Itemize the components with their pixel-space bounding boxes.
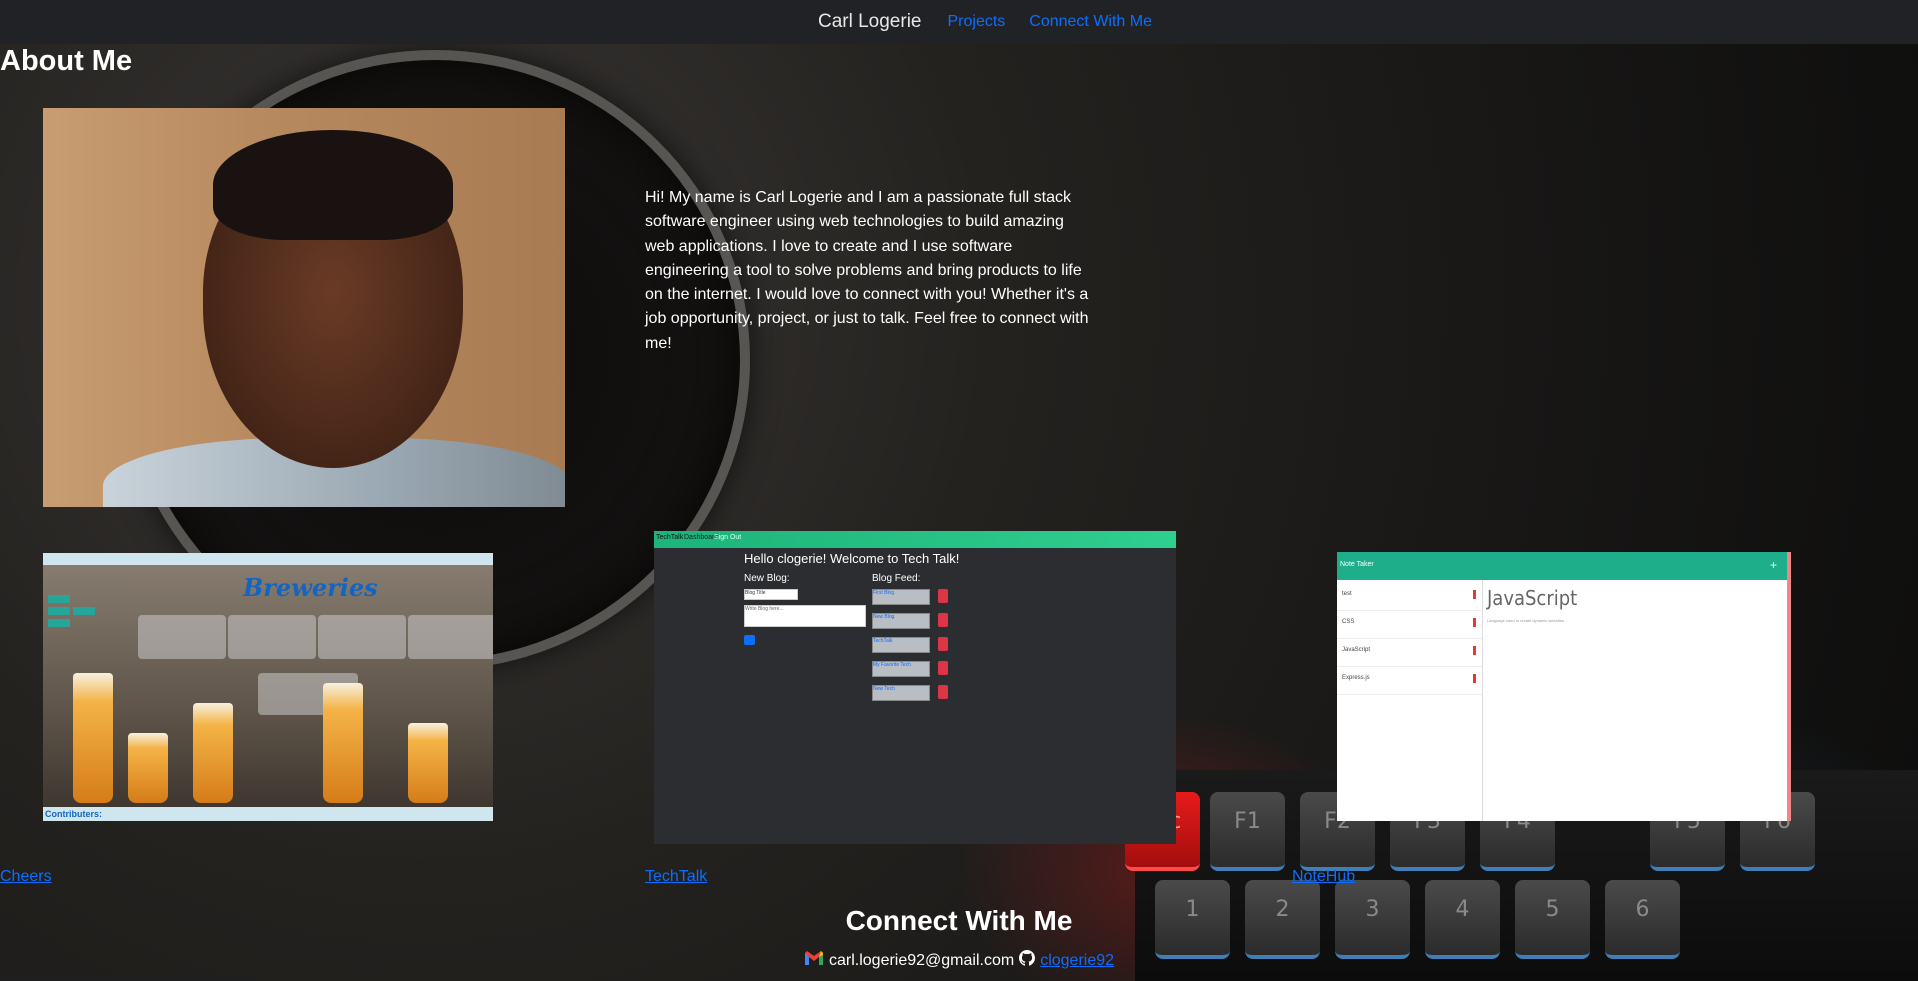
nav-link-projects[interactable]: Projects <box>947 13 1005 31</box>
screenshot-button <box>48 595 70 603</box>
screenshot-send-button <box>744 635 755 645</box>
screenshot-footer: Contributers: <box>43 807 493 821</box>
screenshot-new-blog-label: New Blog: <box>744 573 790 584</box>
brand-name[interactable]: Carl Logerie <box>818 11 922 33</box>
github-link[interactable]: clogerie92 <box>1040 952 1114 970</box>
screenshot-delete-button <box>938 637 948 651</box>
screenshot-note-title: Express.js <box>1342 675 1370 681</box>
delete-note-icon <box>1473 674 1476 683</box>
contact-row: carl.logerie92@gmail.com clogerie92 <box>0 950 1918 971</box>
screenshot-navbar <box>43 553 493 565</box>
project-screenshot-techtalk[interactable]: TechTalk Dashboard Sign Out Hello cloger… <box>654 531 1176 844</box>
gmail-icon <box>804 950 824 971</box>
screenshot-delete-button <box>938 613 948 627</box>
screenshot-beer-glass <box>408 723 448 803</box>
photo-hair <box>213 130 453 240</box>
screenshot-note-row: test <box>1337 582 1482 611</box>
screenshot-beer-glass <box>128 733 168 803</box>
profile-photo <box>43 108 565 507</box>
screenshot-beer-glass <box>193 703 233 803</box>
screenshot-feed-item: New Blog <box>872 613 930 629</box>
screenshot-feed-item: First Blog <box>872 589 930 605</box>
screenshot-blog-textarea: Write Blog here... <box>744 605 866 627</box>
delete-note-icon <box>1473 618 1476 627</box>
screenshot-card <box>408 615 493 659</box>
screenshot-button <box>48 619 70 627</box>
screenshot-card <box>228 615 316 659</box>
nav-link-connect[interactable]: Connect With Me <box>1029 13 1152 31</box>
screenshot-app-title: Note Taker <box>1340 561 1374 568</box>
screenshot-navbar: Note Taker + <box>1337 552 1787 580</box>
screenshot-beer-glass <box>323 683 363 803</box>
project-screenshot-cheers[interactable]: Breweries Contributers: <box>43 553 493 821</box>
project-link-notehub[interactable]: NoteHub <box>1292 868 1355 886</box>
top-navbar: Carl Logerie Projects Connect With Me <box>0 0 1918 44</box>
screenshot-blog-feed-label: Blog Feed: <box>872 573 921 584</box>
screenshot-title: Breweries <box>243 573 378 602</box>
connect-heading: Connect With Me <box>845 905 1073 936</box>
screenshot-nav-item: Sign Out <box>714 534 742 541</box>
screenshot-note-title: test <box>1342 591 1352 597</box>
about-heading: About Me <box>0 45 133 77</box>
screenshot-navbar: TechTalk Dashboard Sign Out <box>654 531 1176 548</box>
delete-note-icon <box>1473 646 1476 655</box>
screenshot-feed-item: TechTalk <box>872 637 930 653</box>
project-screenshot-notehub[interactable]: Note Taker + test CSS JavaScript Express… <box>1337 552 1791 821</box>
project-link-cheers[interactable]: Cheers <box>0 868 52 886</box>
screenshot-delete-button <box>938 661 948 675</box>
screenshot-feed-item: My Favorite Tech <box>872 661 930 677</box>
add-note-icon: + <box>1769 558 1777 572</box>
about-bio: Hi! My name is Carl Logerie and I am a p… <box>645 189 1089 352</box>
screenshot-note-body: Language used to create dynamic websites <box>1487 618 1564 623</box>
browser-status-bar <box>0 977 258 981</box>
screenshot-button <box>73 607 95 615</box>
screenshot-heading: Hello clogerie! Welcome to Tech Talk! <box>744 551 960 566</box>
screenshot-button <box>48 607 70 615</box>
screenshot-delete-button <box>938 685 948 699</box>
screenshot-note-title: JavaScript <box>1342 647 1371 653</box>
screenshot-beer-glass <box>73 673 113 803</box>
screenshot-card <box>318 615 406 659</box>
project-link-techtalk[interactable]: TechTalk <box>645 868 707 886</box>
screenshot-note-row: JavaScript <box>1337 638 1482 667</box>
screenshot-nav-item: TechTalk <box>656 534 684 541</box>
github-icon <box>1019 950 1036 971</box>
screenshot-note-title: CSS <box>1342 619 1355 625</box>
screenshot-divider <box>1482 580 1483 821</box>
screenshot-note-heading: JavaScript <box>1487 586 1578 610</box>
email-address[interactable]: carl.logerie92@gmail.com <box>829 952 1014 970</box>
screenshot-note-row: CSS <box>1337 610 1482 639</box>
screenshot-feed-item: New Tech <box>872 685 930 701</box>
delete-note-icon <box>1473 590 1476 599</box>
background-key: F1 <box>1210 792 1285 871</box>
screenshot-title-input: Blog Title <box>744 589 798 600</box>
screenshot-note-row: Express.js <box>1337 666 1482 695</box>
screenshot-delete-button <box>938 589 948 603</box>
screenshot-card <box>138 615 226 659</box>
